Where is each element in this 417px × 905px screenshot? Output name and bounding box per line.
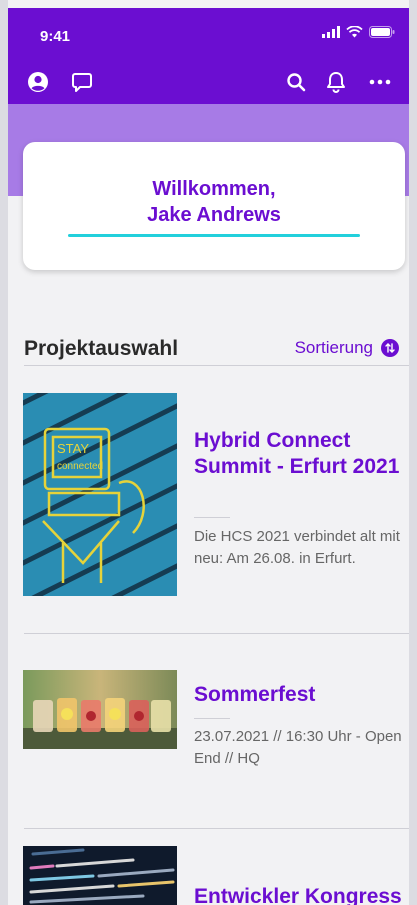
status-icons xyxy=(322,26,395,38)
window-edge-right xyxy=(409,0,417,905)
welcome-card: Willkommen, Jake Andrews xyxy=(23,142,405,270)
project-thumbnail: STAY connected xyxy=(23,393,177,596)
project-thumbnail xyxy=(23,670,177,749)
project-title-rule xyxy=(194,517,230,518)
window-edge-left xyxy=(0,0,8,905)
project-title: Entwickler Kongress xyxy=(194,885,402,905)
wifi-icon xyxy=(346,26,363,38)
project-title: Sommerfest xyxy=(194,683,316,706)
list-divider xyxy=(24,633,409,634)
project-description: Die HCS 2021 verbindet alt mit neu: Am 2… xyxy=(194,528,400,567)
user-circle-icon[interactable] xyxy=(26,70,50,94)
bell-icon[interactable] xyxy=(324,70,348,94)
project-description: 23.07.2021 // 16:30 Uhr - Open End // HQ xyxy=(194,728,402,767)
more-icon[interactable] xyxy=(368,70,392,94)
welcome-greeting: Willkommen, xyxy=(152,178,276,200)
welcome-text: Willkommen, Jake Andrews xyxy=(23,176,405,228)
project-thumbnail xyxy=(23,846,177,905)
list-divider xyxy=(24,828,409,829)
sort-label: Sortierung xyxy=(294,338,373,357)
svg-text:STAY: STAY xyxy=(57,441,89,456)
search-icon[interactable] xyxy=(284,70,308,94)
project-title: Hybrid Connect Summit - Erfurt 2021 xyxy=(194,429,400,478)
sort-icon xyxy=(381,339,399,357)
chat-bubble-icon[interactable] xyxy=(70,70,94,94)
project-title-rule xyxy=(194,718,230,719)
app-frame: 9:41 Willkommen, Jake Andrews Projektaus… xyxy=(0,0,417,905)
app-screen: 9:41 Willkommen, Jake Andrews Projektaus… xyxy=(8,8,409,905)
welcome-accent-line xyxy=(68,234,360,237)
battery-icon xyxy=(369,26,395,38)
welcome-user-name: Jake Andrews xyxy=(147,204,281,226)
section-divider xyxy=(24,365,409,366)
status-time: 9:41 xyxy=(40,28,71,45)
app-header: 9:41 xyxy=(8,8,409,104)
sort-button[interactable]: Sortierung xyxy=(295,338,399,358)
signal-icon xyxy=(322,26,340,38)
section-title: Projektauswahl xyxy=(24,337,179,360)
svg-text:connected: connected xyxy=(57,461,103,472)
